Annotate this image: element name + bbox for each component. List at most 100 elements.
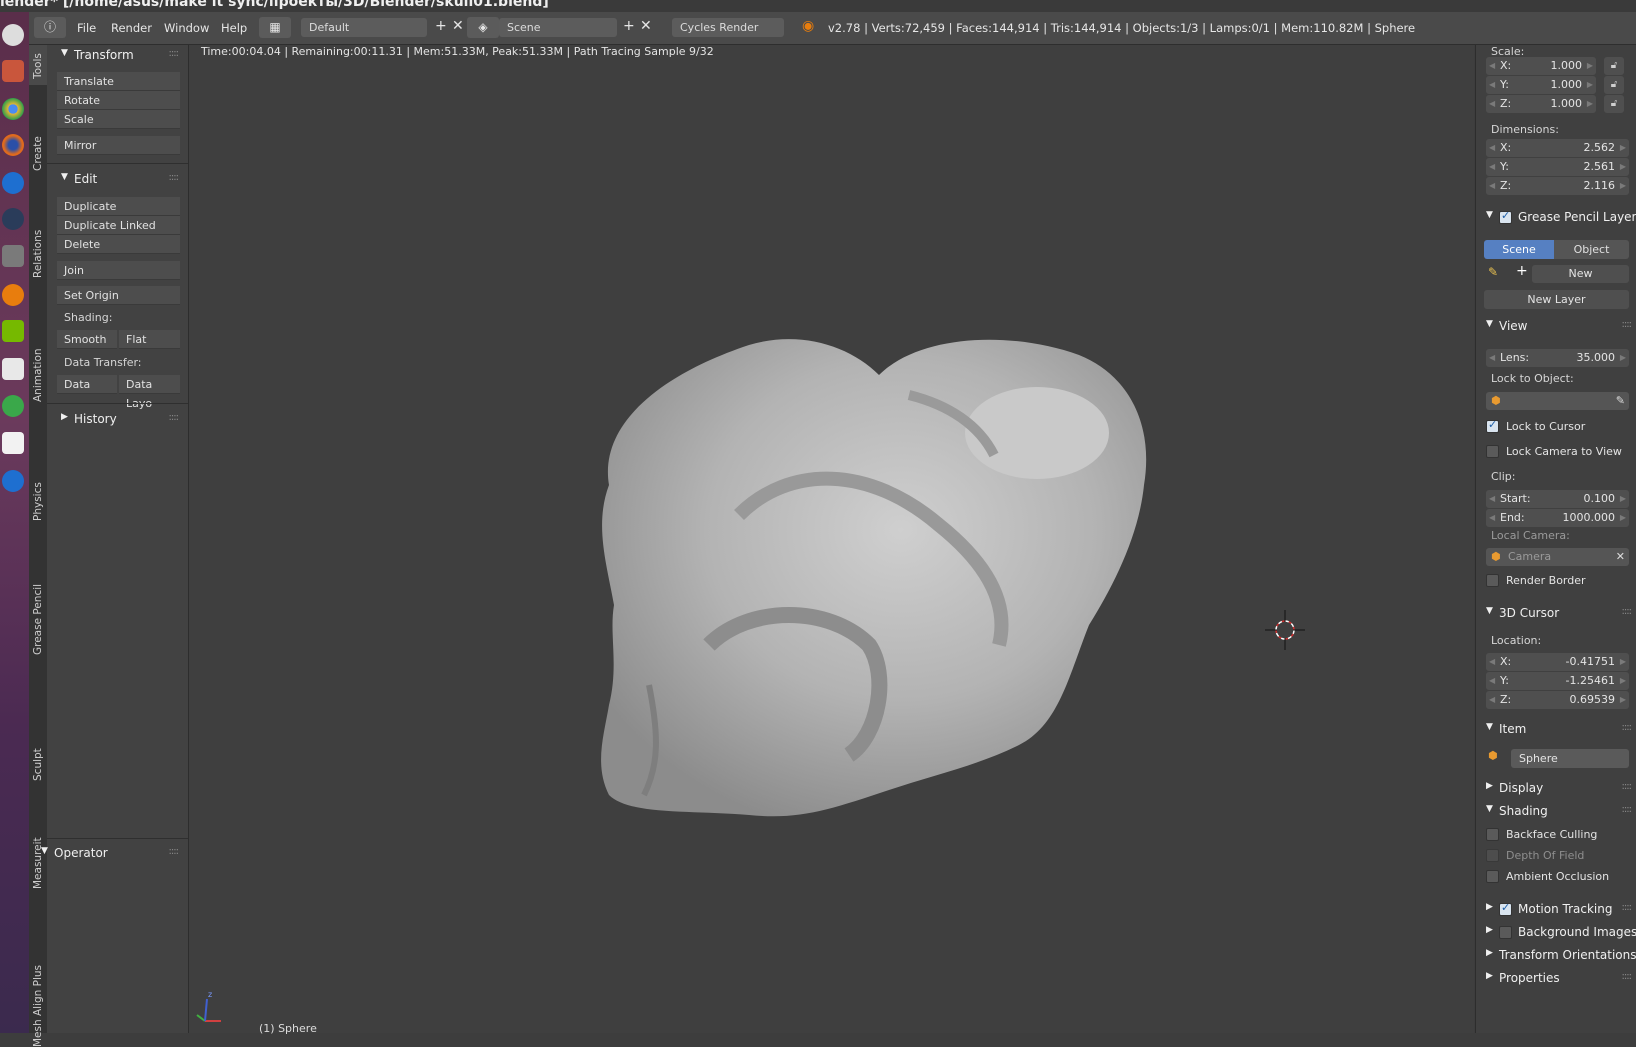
blender-icon[interactable] [2, 284, 24, 306]
lock-to-cursor-checkbox[interactable] [1486, 418, 1499, 433]
clip-start-field[interactable]: ◀ Start: 0.100 ▶ [1486, 490, 1629, 508]
pencil-icon[interactable]: ✎ [1488, 265, 1498, 279]
rotate-button[interactable]: Rotate [57, 91, 180, 110]
chrome-icon[interactable] [2, 98, 24, 120]
files-icon[interactable] [2, 60, 24, 82]
properties-header[interactable]: ▶ Properties :::: [1476, 969, 1636, 989]
render-engine-field[interactable]: Cycles Render [672, 18, 784, 37]
cursor-x-field[interactable]: ◀ X: -0.41751 ▶ [1486, 653, 1629, 671]
menu-file[interactable]: File [77, 21, 96, 35]
teamviewer-icon[interactable] [2, 172, 24, 194]
background-images-header[interactable]: ▶ Background Images [1476, 923, 1636, 943]
item-panel-header[interactable]: ▼ Item :::: [1476, 720, 1636, 740]
clip-end-field[interactable]: ◀ End: 1000.000 ▶ [1486, 509, 1629, 527]
tab-physics[interactable]: Physics [29, 259, 47, 521]
screen-layout-field[interactable]: Default [301, 18, 427, 37]
cursor-y-field[interactable]: ◀ Y: -1.25461 ▶ [1486, 672, 1629, 690]
duplicate-linked-button[interactable]: Duplicate Linked [57, 216, 180, 235]
scale-y-field[interactable]: ◀ Y: 1.000 ▶ [1486, 76, 1596, 94]
lens-field[interactable]: ◀ Lens: 35.000 ▶ [1486, 349, 1629, 367]
lock-object-field[interactable]: ⬢ ✎ [1486, 392, 1629, 410]
settings-icon[interactable] [2, 245, 24, 267]
scene-icon[interactable]: ◈ [467, 17, 499, 38]
add-layout-icon[interactable]: + [435, 18, 447, 34]
edit-panel-header[interactable]: ▼ Edit :::: [47, 169, 188, 191]
render-border-checkbox[interactable] [1486, 574, 1499, 587]
menu-help[interactable]: Help [221, 21, 247, 35]
flat-button[interactable]: Flat [119, 330, 180, 349]
data-button[interactable]: Data [57, 375, 117, 394]
cursor-z-field[interactable]: ◀ Z: 0.69539 ▶ [1486, 691, 1629, 709]
gp-new-button[interactable]: New [1532, 265, 1629, 283]
drag-grip-icon[interactable]: :::: [169, 48, 180, 59]
lock-y-icon[interactable]: 🔓︎ [1604, 76, 1624, 94]
operator-panel-header[interactable]: ▼ Operator :::: [41, 843, 188, 865]
grease-pencil-layers-checkbox[interactable] [1499, 209, 1512, 224]
clear-camera-icon[interactable]: ✕ [1616, 548, 1625, 566]
3d-cursor-icon[interactable] [1265, 610, 1305, 650]
ambient-occlusion-checkbox[interactable] [1486, 870, 1499, 883]
delete-button[interactable]: Delete [57, 235, 180, 254]
tab-animation[interactable]: Animation [29, 194, 47, 402]
menu-window[interactable]: Window [164, 21, 209, 35]
add-icon[interactable]: + [1516, 263, 1528, 279]
drag-grip-icon[interactable]: :::: [169, 846, 180, 857]
menu-render[interactable]: Render [111, 21, 152, 35]
nvidia-icon[interactable] [2, 320, 24, 342]
dash-icon[interactable] [2, 24, 24, 46]
drag-grip-icon[interactable]: :::: [169, 172, 180, 183]
transform-panel-header[interactable]: ▼ Transform :::: [47, 45, 188, 67]
scale-x-field[interactable]: ◀ X: 1.000 ▶ [1486, 57, 1596, 75]
backface-culling-checkbox[interactable] [1486, 828, 1499, 841]
text-editor-icon[interactable] [2, 358, 24, 380]
tab-mesh-align-plus[interactable]: Mesh Align Plus [29, 502, 47, 1047]
smooth-button[interactable]: Smooth [57, 330, 117, 349]
remove-scene-icon[interactable]: ✕ [640, 18, 652, 34]
lock-camera-checkbox[interactable] [1486, 445, 1499, 458]
background-images-checkbox[interactable] [1499, 926, 1512, 939]
translate-button[interactable]: Translate [57, 72, 180, 91]
tab-relations[interactable]: Relations [29, 134, 47, 278]
drag-grip-icon[interactable]: :::: [1622, 319, 1633, 330]
local-camera-field[interactable]: ⬢ Camera ✕ [1486, 548, 1629, 566]
screen-layout-icon[interactable]: ▦ [259, 17, 291, 38]
gp-scene-tab[interactable]: Scene [1484, 240, 1554, 259]
display-panel-header[interactable]: ▶ Display :::: [1476, 779, 1636, 799]
grease-pencil-layers-header[interactable]: ▼ Grease Pencil Layers [1476, 208, 1636, 228]
drag-grip-icon[interactable]: :::: [1622, 971, 1633, 982]
tab-tools[interactable]: Tools [29, 45, 47, 85]
3d-viewport[interactable]: Time:00:04.04 | Remaining:00:11.31 | Mem… [189, 45, 1474, 1035]
tab-sculpt[interactable]: Sculpt [29, 393, 47, 781]
dimension-y-field[interactable]: ◀ Y: 2.561 ▶ [1486, 158, 1629, 176]
teamviewer-alt-icon[interactable] [2, 470, 24, 492]
tab-grease-pencil[interactable]: Grease Pencil [29, 311, 47, 655]
history-panel-header[interactable]: ▶ History :::: [47, 409, 188, 431]
motion-tracking-header[interactable]: ▶ Motion Tracking :::: [1476, 900, 1636, 920]
drag-grip-icon[interactable]: :::: [1622, 902, 1633, 913]
editor-type-info-button[interactable]: ⓘ [34, 17, 66, 38]
eyedropper-icon[interactable]: ✎ [1616, 392, 1625, 410]
view-panel-header[interactable]: ▼ View :::: [1476, 317, 1636, 337]
mirror-button[interactable]: Mirror [57, 136, 180, 155]
drag-grip-icon[interactable]: :::: [1622, 722, 1633, 733]
gp-object-tab[interactable]: Object [1554, 240, 1629, 259]
scene-field[interactable]: Scene [499, 18, 617, 37]
dimension-z-field[interactable]: ◀ Z: 2.116 ▶ [1486, 177, 1629, 195]
dimension-x-field[interactable]: ◀ X: 2.562 ▶ [1486, 139, 1629, 157]
transform-orientations-header[interactable]: ▶ Transform Orientations [1476, 946, 1636, 966]
gp-new-layer-button[interactable]: New Layer [1484, 290, 1629, 309]
steam-icon[interactable] [2, 208, 24, 230]
drag-grip-icon[interactable]: :::: [1622, 804, 1633, 815]
data-layout-button[interactable]: Data Layo [119, 375, 180, 410]
drag-grip-icon[interactable]: :::: [1622, 781, 1633, 792]
join-button[interactable]: Join [57, 261, 180, 280]
scale-z-field[interactable]: ◀ Z: 1.000 ▶ [1486, 95, 1596, 113]
duplicate-button[interactable]: Duplicate [57, 197, 180, 216]
drag-grip-icon[interactable]: :::: [169, 412, 180, 423]
firefox-icon[interactable] [2, 134, 24, 156]
remove-layout-icon[interactable]: ✕ [452, 18, 464, 34]
app-green-icon[interactable] [2, 395, 24, 417]
lock-x-icon[interactable]: 🔓︎ [1604, 57, 1624, 75]
tab-create[interactable]: Create [29, 87, 47, 171]
motion-tracking-checkbox[interactable] [1499, 901, 1512, 916]
